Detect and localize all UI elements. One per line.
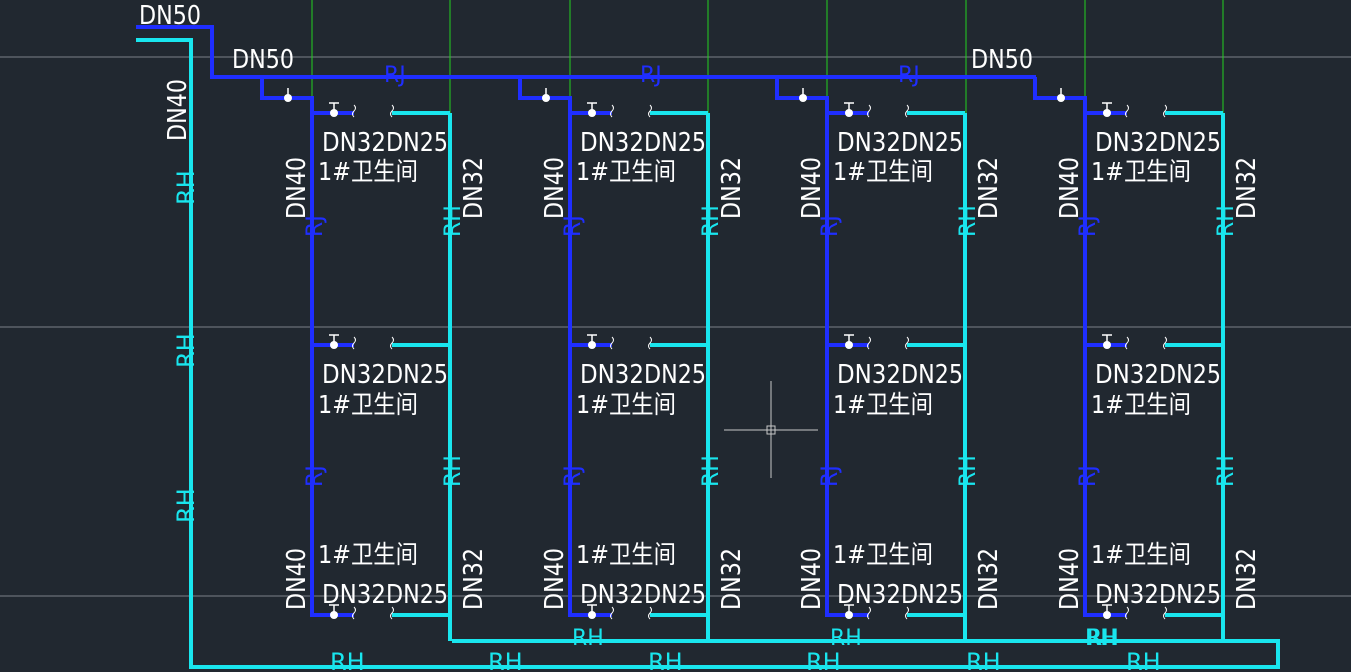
room-name: 1#卫生间 xyxy=(833,157,933,186)
branch-supply-dn: DN32 xyxy=(1095,580,1159,610)
room-name: 1#卫生间 xyxy=(833,540,933,569)
supply-header-label-left: DN50 xyxy=(232,45,294,75)
return-riser-dn-bottom: DN32 xyxy=(1232,548,1262,610)
return-riser-dn-top: DN32 xyxy=(717,157,747,219)
return-riser-dn-top: DN32 xyxy=(1232,157,1262,219)
return-riser-code: RH xyxy=(1214,455,1239,487)
return-riser-code: RH xyxy=(441,455,466,487)
branch-supply-dn: DN32 xyxy=(837,128,901,158)
left-riser-code-3: RH xyxy=(172,488,200,523)
supply-riser-dn-bottom: DN40 xyxy=(540,548,570,610)
branch-return-dn: DN25 xyxy=(644,128,706,158)
supply-riser-code: RJ xyxy=(818,465,843,487)
branch-return-dn: DN25 xyxy=(1159,580,1221,610)
return-riser-dn-bottom: DN32 xyxy=(974,548,1004,610)
branch-return-dn: DN25 xyxy=(386,128,448,158)
branch-supply-dn: DN32 xyxy=(1095,360,1159,390)
bottom-riser-code: RH xyxy=(572,626,604,651)
supply-riser-code: RJ xyxy=(561,465,586,487)
bottom-return-code-5: RH xyxy=(966,648,1001,672)
bottom-return-code-4: RH xyxy=(806,648,841,672)
bottom-riser-code: RH xyxy=(1085,626,1117,651)
supply-riser-dn-bottom: DN40 xyxy=(797,548,827,610)
header-code-2: RJ xyxy=(640,63,662,88)
header-code-3: RJ xyxy=(898,63,920,88)
return-riser-dn-bottom: DN32 xyxy=(717,548,747,610)
return-riser-dn-top: DN32 xyxy=(974,157,1004,219)
bottom-return-code-6: RH xyxy=(1126,648,1161,672)
return-riser-dn-top: DN32 xyxy=(459,157,489,219)
branch-supply-dn: DN32 xyxy=(322,360,386,390)
riser-left-label: DN40 xyxy=(163,79,193,141)
return-riser-code: RH xyxy=(699,455,724,487)
top-main-pipe-label: DN50 xyxy=(139,1,201,31)
branch-return-dn: DN25 xyxy=(901,360,963,390)
room-name: 1#卫生间 xyxy=(318,390,418,419)
branch-supply-dn: DN32 xyxy=(580,360,644,390)
supply-riser-dn-top: DN40 xyxy=(1055,157,1085,219)
supply-riser-dn-top: DN40 xyxy=(540,157,570,219)
room-name: 1#卫生间 xyxy=(1091,390,1191,419)
bottom-return-code-3: RH xyxy=(648,648,683,672)
branch-return-dn: DN25 xyxy=(901,128,963,158)
branch-return-dn: DN25 xyxy=(386,360,448,390)
return-riser-dn-bottom: DN32 xyxy=(459,548,489,610)
branch-return-dn: DN25 xyxy=(1159,128,1221,158)
branch-supply-dn: DN32 xyxy=(837,580,901,610)
return-riser-code: RH xyxy=(956,455,981,487)
branch-return-dn: DN25 xyxy=(1159,360,1221,390)
room-name: 1#卫生间 xyxy=(318,157,418,186)
room-name: 1#卫生间 xyxy=(576,157,676,186)
bottom-riser-code: RH xyxy=(830,626,862,651)
branch-return-dn: DN25 xyxy=(901,580,963,610)
riser-columns: RJ RHRJ RHRHDN40 DN32DN40 DN32DN32 DN251#卫生间D… xyxy=(260,77,1262,651)
branch-supply-dn: DN32 xyxy=(322,580,386,610)
branch-return-dn: DN25 xyxy=(644,580,706,610)
room-name: 1#卫生间 xyxy=(1091,157,1191,186)
branch-supply-dn: DN32 xyxy=(322,128,386,158)
supply-riser-code: RJ xyxy=(303,465,328,487)
left-riser-code-2: RH xyxy=(172,333,200,368)
branch-supply-dn: DN32 xyxy=(1095,128,1159,158)
room-name: 1#卫生间 xyxy=(1091,540,1191,569)
supply-riser-dn-top: DN40 xyxy=(282,157,312,219)
room-name: 1#卫生间 xyxy=(833,390,933,419)
room-name: 1#卫生间 xyxy=(576,390,676,419)
supply-riser-dn-bottom: DN40 xyxy=(1055,548,1085,610)
bottom-return-code-2: RH xyxy=(488,648,523,672)
supply-riser-dn-bottom: DN40 xyxy=(282,548,312,610)
room-name: 1#卫生间 xyxy=(318,540,418,569)
branch-return-dn: DN25 xyxy=(644,360,706,390)
branch-supply-dn: DN32 xyxy=(837,360,901,390)
branch-supply-dn: DN32 xyxy=(580,580,644,610)
branch-supply-dn: DN32 xyxy=(580,128,644,158)
crosshair-cursor xyxy=(724,381,818,478)
supply-riser-dn-top: DN40 xyxy=(797,157,827,219)
header-code-1: RJ xyxy=(384,63,406,88)
supply-riser-code: RJ xyxy=(1076,465,1101,487)
room-name: 1#卫生间 xyxy=(576,540,676,569)
branch-return-dn: DN25 xyxy=(386,580,448,610)
left-riser-code-1: RH xyxy=(172,170,200,205)
supply-header-label-right: DN50 xyxy=(971,45,1033,75)
bottom-return-code-1: RH xyxy=(330,648,365,672)
cad-model-space[interactable]: DN50 DN50 DN50 DN40 RJ RJ RJ RH RH RH RH… xyxy=(0,0,1351,672)
cad-drawing-viewport[interactable]: DN50 DN50 DN50 DN40 RJ RJ RJ RH RH RH RH… xyxy=(0,0,1351,672)
